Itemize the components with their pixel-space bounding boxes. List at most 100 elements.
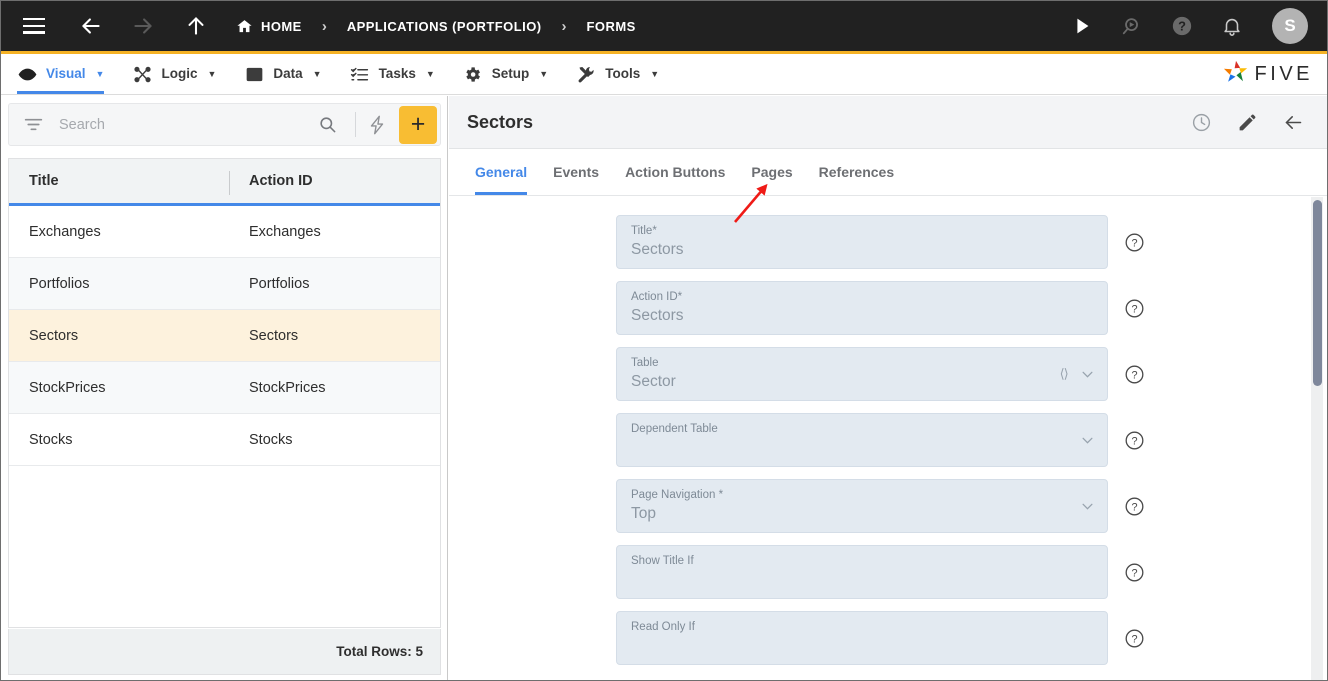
- cell-title: Stocks: [29, 431, 73, 448]
- arrow-up-icon[interactable]: [183, 13, 209, 39]
- field-value: Sector: [631, 373, 676, 390]
- search-bar: +: [8, 103, 441, 146]
- cell-action-id: Stocks: [249, 431, 293, 448]
- page-navigation-adornments: [1080, 480, 1095, 532]
- form-scrollbar-thumb[interactable]: [1312, 200, 1322, 386]
- breadcrumb-item-home[interactable]: HOME: [236, 18, 302, 35]
- grid-header-row: Title Action ID: [9, 158, 440, 206]
- menu-item-setup[interactable]: Setup ▼: [463, 54, 548, 94]
- grid-footer: Total Rows: 5: [8, 629, 441, 675]
- menu-item-visual[interactable]: Visual ▼: [17, 54, 105, 94]
- help-circle-icon[interactable]: ?: [1124, 296, 1146, 320]
- tab-references[interactable]: References: [806, 149, 908, 195]
- svg-text:?: ?: [1132, 435, 1138, 447]
- search-debug-icon[interactable]: [1120, 14, 1144, 38]
- top-bar-actions: ? S: [1070, 8, 1327, 44]
- help-circle-icon[interactable]: ?: [1124, 362, 1146, 386]
- form-field-page-navigation: Page Navigation * Top ?: [616, 479, 1146, 533]
- cell-action-id: StockPrices: [249, 379, 326, 396]
- form-scrollbar-track[interactable]: [1311, 197, 1323, 680]
- tab-pages[interactable]: Pages: [738, 149, 805, 195]
- page-navigation-field[interactable]: Page Navigation * Top: [616, 479, 1108, 533]
- breadcrumb-item-applications[interactable]: APPLICATIONS (PORTFOLIO): [347, 19, 542, 34]
- svg-text:?: ?: [1132, 303, 1138, 315]
- lightning-bolt-icon[interactable]: [363, 111, 391, 139]
- breadcrumb-item-forms[interactable]: FORMS: [587, 19, 636, 34]
- action-id-field[interactable]: Action ID* Sectors: [616, 281, 1108, 335]
- detail-tabs: General Events Action Buttons Pages Refe…: [449, 149, 1327, 196]
- table-field[interactable]: Table Sector ⟨⟩: [616, 347, 1108, 401]
- breadcrumb-separator: ›: [561, 17, 567, 35]
- help-circle-icon[interactable]: ?: [1124, 230, 1146, 254]
- help-circle-icon[interactable]: ?: [1124, 560, 1146, 584]
- help-circle-icon[interactable]: ?: [1124, 494, 1146, 518]
- form-field-action-id: Action ID* Sectors ?: [616, 281, 1146, 335]
- svg-text:?: ?: [1132, 567, 1138, 579]
- search-icon[interactable]: [314, 112, 340, 138]
- run-icon[interactable]: [1070, 14, 1094, 38]
- menu-item-tools[interactable]: Tools ▼: [576, 54, 659, 94]
- filter-icon[interactable]: [21, 113, 45, 137]
- read-only-if-field[interactable]: Read Only If: [616, 611, 1108, 665]
- svg-text:?: ?: [1132, 369, 1138, 381]
- field-value: Sectors: [631, 307, 684, 324]
- avatar[interactable]: S: [1272, 8, 1308, 44]
- help-icon[interactable]: ?: [1170, 14, 1194, 38]
- field-value: Top: [631, 505, 656, 522]
- tab-events[interactable]: Events: [540, 149, 612, 195]
- brand-name: FIVE: [1254, 62, 1313, 85]
- search-input[interactable]: [59, 116, 314, 133]
- breadcrumb: HOME › APPLICATIONS (PORTFOLIO) › FORMS: [236, 18, 636, 35]
- chevron-down-icon[interactable]: [1080, 499, 1095, 514]
- chevron-down-icon[interactable]: [1080, 433, 1095, 448]
- edit-pencil-icon[interactable]: [1235, 110, 1259, 134]
- cell-title: Exchanges: [29, 223, 101, 240]
- add-form-button[interactable]: +: [399, 105, 437, 144]
- table-row[interactable]: Portfolios Portfolios: [9, 258, 440, 310]
- menu-item-data[interactable]: Data ▼: [244, 54, 322, 94]
- help-circle-icon[interactable]: ?: [1124, 428, 1146, 452]
- svg-text:?: ?: [1132, 633, 1138, 645]
- table-row[interactable]: StockPrices StockPrices: [9, 362, 440, 414]
- table-field-adornments: ⟨⟩: [1060, 348, 1095, 400]
- title-field[interactable]: Title* Sectors: [616, 215, 1108, 269]
- cell-title: StockPrices: [29, 379, 106, 396]
- chevron-down-icon[interactable]: [1080, 367, 1095, 382]
- tab-action-buttons[interactable]: Action Buttons: [612, 149, 738, 195]
- table-row[interactable]: Exchanges Exchanges: [9, 206, 440, 258]
- detail-header-actions: [1189, 110, 1327, 134]
- arrow-right-icon[interactable]: [130, 13, 156, 39]
- history-clock-icon[interactable]: [1189, 110, 1213, 134]
- notifications-icon[interactable]: [1220, 14, 1244, 38]
- page-title: Sectors: [467, 111, 534, 132]
- menu-label-data: Data: [273, 66, 303, 81]
- show-title-if-field[interactable]: Show Title If: [616, 545, 1108, 599]
- dependent-table-field[interactable]: Dependent Table: [616, 413, 1108, 467]
- brand-logo: FIVE: [1222, 54, 1327, 94]
- code-brackets-icon[interactable]: ⟨⟩: [1060, 366, 1069, 382]
- breadcrumb-label-home: HOME: [261, 18, 302, 34]
- back-arrow-icon[interactable]: [1281, 110, 1305, 134]
- field-label: Dependent Table: [631, 423, 718, 435]
- svg-text:?: ?: [1178, 19, 1186, 34]
- menu-item-logic[interactable]: Logic ▼: [132, 54, 216, 94]
- eye-icon: [17, 64, 37, 84]
- table-row[interactable]: Stocks Stocks: [9, 414, 440, 466]
- help-circle-icon[interactable]: ?: [1124, 626, 1146, 650]
- field-value: Sectors: [631, 241, 684, 258]
- arrow-left-icon[interactable]: [78, 13, 104, 39]
- form-field-title: Title* Sectors ?: [616, 215, 1146, 269]
- chevron-down-icon: ▼: [207, 69, 217, 79]
- total-rows-label: Total Rows: 5: [336, 644, 423, 659]
- column-header-title[interactable]: Title: [9, 173, 231, 189]
- detail-header: Sectors: [449, 96, 1327, 149]
- five-star-icon: [1222, 59, 1250, 90]
- tab-general[interactable]: General: [462, 149, 540, 195]
- hamburger-icon[interactable]: [23, 18, 45, 34]
- gear-icon: [463, 64, 483, 84]
- table-row-selected[interactable]: Sectors Sectors: [9, 310, 440, 362]
- menu-item-tasks[interactable]: Tasks ▼: [350, 54, 435, 94]
- form-detail-panel: Sectors General Events Action Buttons Pa…: [449, 96, 1327, 680]
- home-icon: [236, 18, 253, 35]
- column-header-action-id[interactable]: Action ID: [231, 173, 440, 189]
